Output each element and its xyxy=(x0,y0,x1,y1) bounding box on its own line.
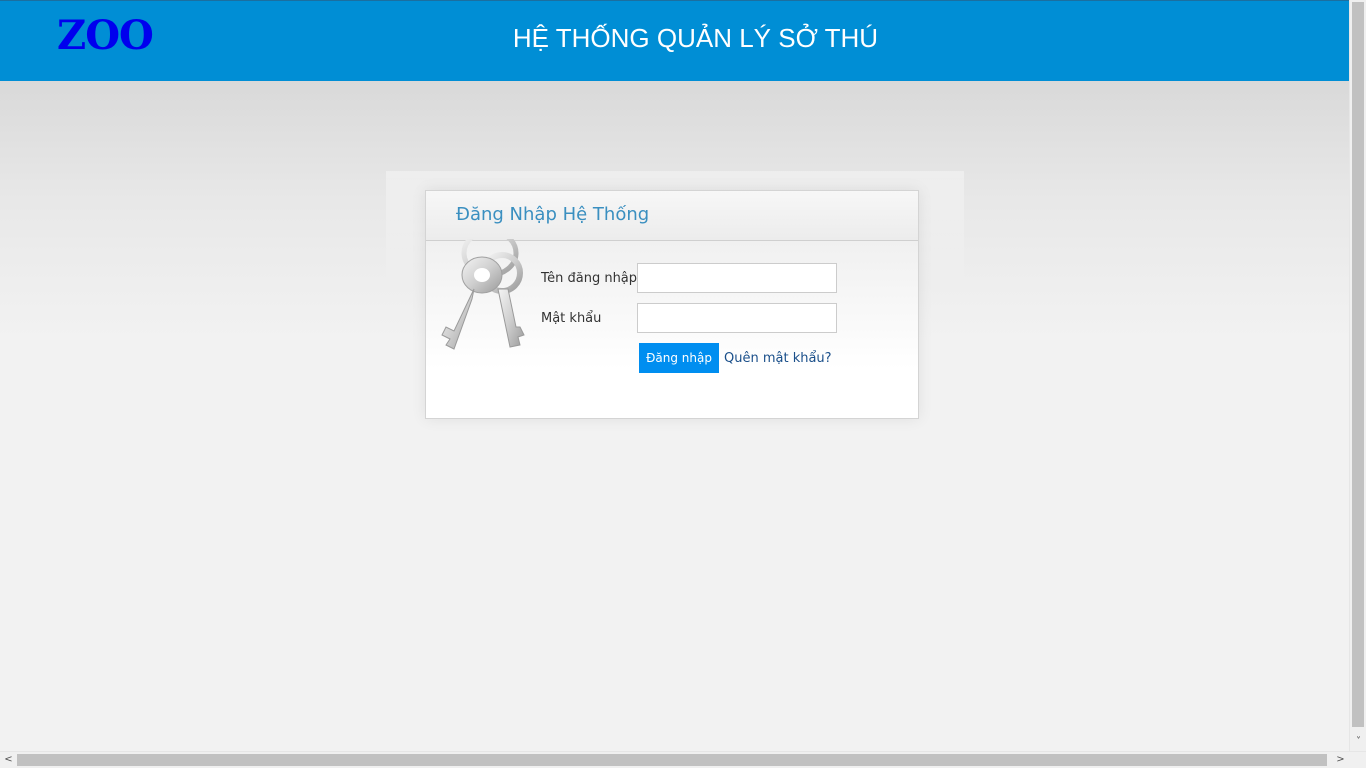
scroll-left-arrow-icon[interactable]: < xyxy=(0,752,17,768)
scroll-down-arrow-icon[interactable]: ˅ xyxy=(1350,735,1366,749)
horizontal-scroll-thumb[interactable] xyxy=(17,754,1327,766)
horizontal-scrollbar[interactable]: < > xyxy=(0,751,1366,768)
login-panel: Đăng Nhập Hệ Thống Tên đăng nhập Mật khẩ… xyxy=(425,190,919,419)
login-button[interactable]: Đăng nhập xyxy=(639,343,719,373)
vertical-scrollbar[interactable]: ˅ xyxy=(1349,0,1366,751)
login-panel-header: Đăng Nhập Hệ Thống xyxy=(426,191,918,241)
scroll-right-arrow-icon[interactable]: > xyxy=(1332,752,1349,768)
password-label: Mật khẩu xyxy=(541,311,602,326)
vertical-scroll-thumb[interactable] xyxy=(1352,2,1364,727)
username-label: Tên đăng nhập xyxy=(541,271,638,286)
forgot-password-link[interactable]: Quên mật khẩu? xyxy=(724,351,832,366)
password-input[interactable] xyxy=(637,303,837,333)
keys-icon xyxy=(441,239,525,350)
app-header: ZOO HỆ THỐNG QUẢN LÝ SỞ THÚ xyxy=(0,0,1349,81)
app-title: HỆ THỐNG QUẢN LÝ SỞ THÚ xyxy=(512,23,879,53)
page-content: Đăng Nhập Hệ Thống Tên đăng nhập Mật khẩ… xyxy=(0,81,1349,751)
login-title: Đăng Nhập Hệ Thống xyxy=(456,204,650,225)
username-input[interactable] xyxy=(637,263,837,293)
